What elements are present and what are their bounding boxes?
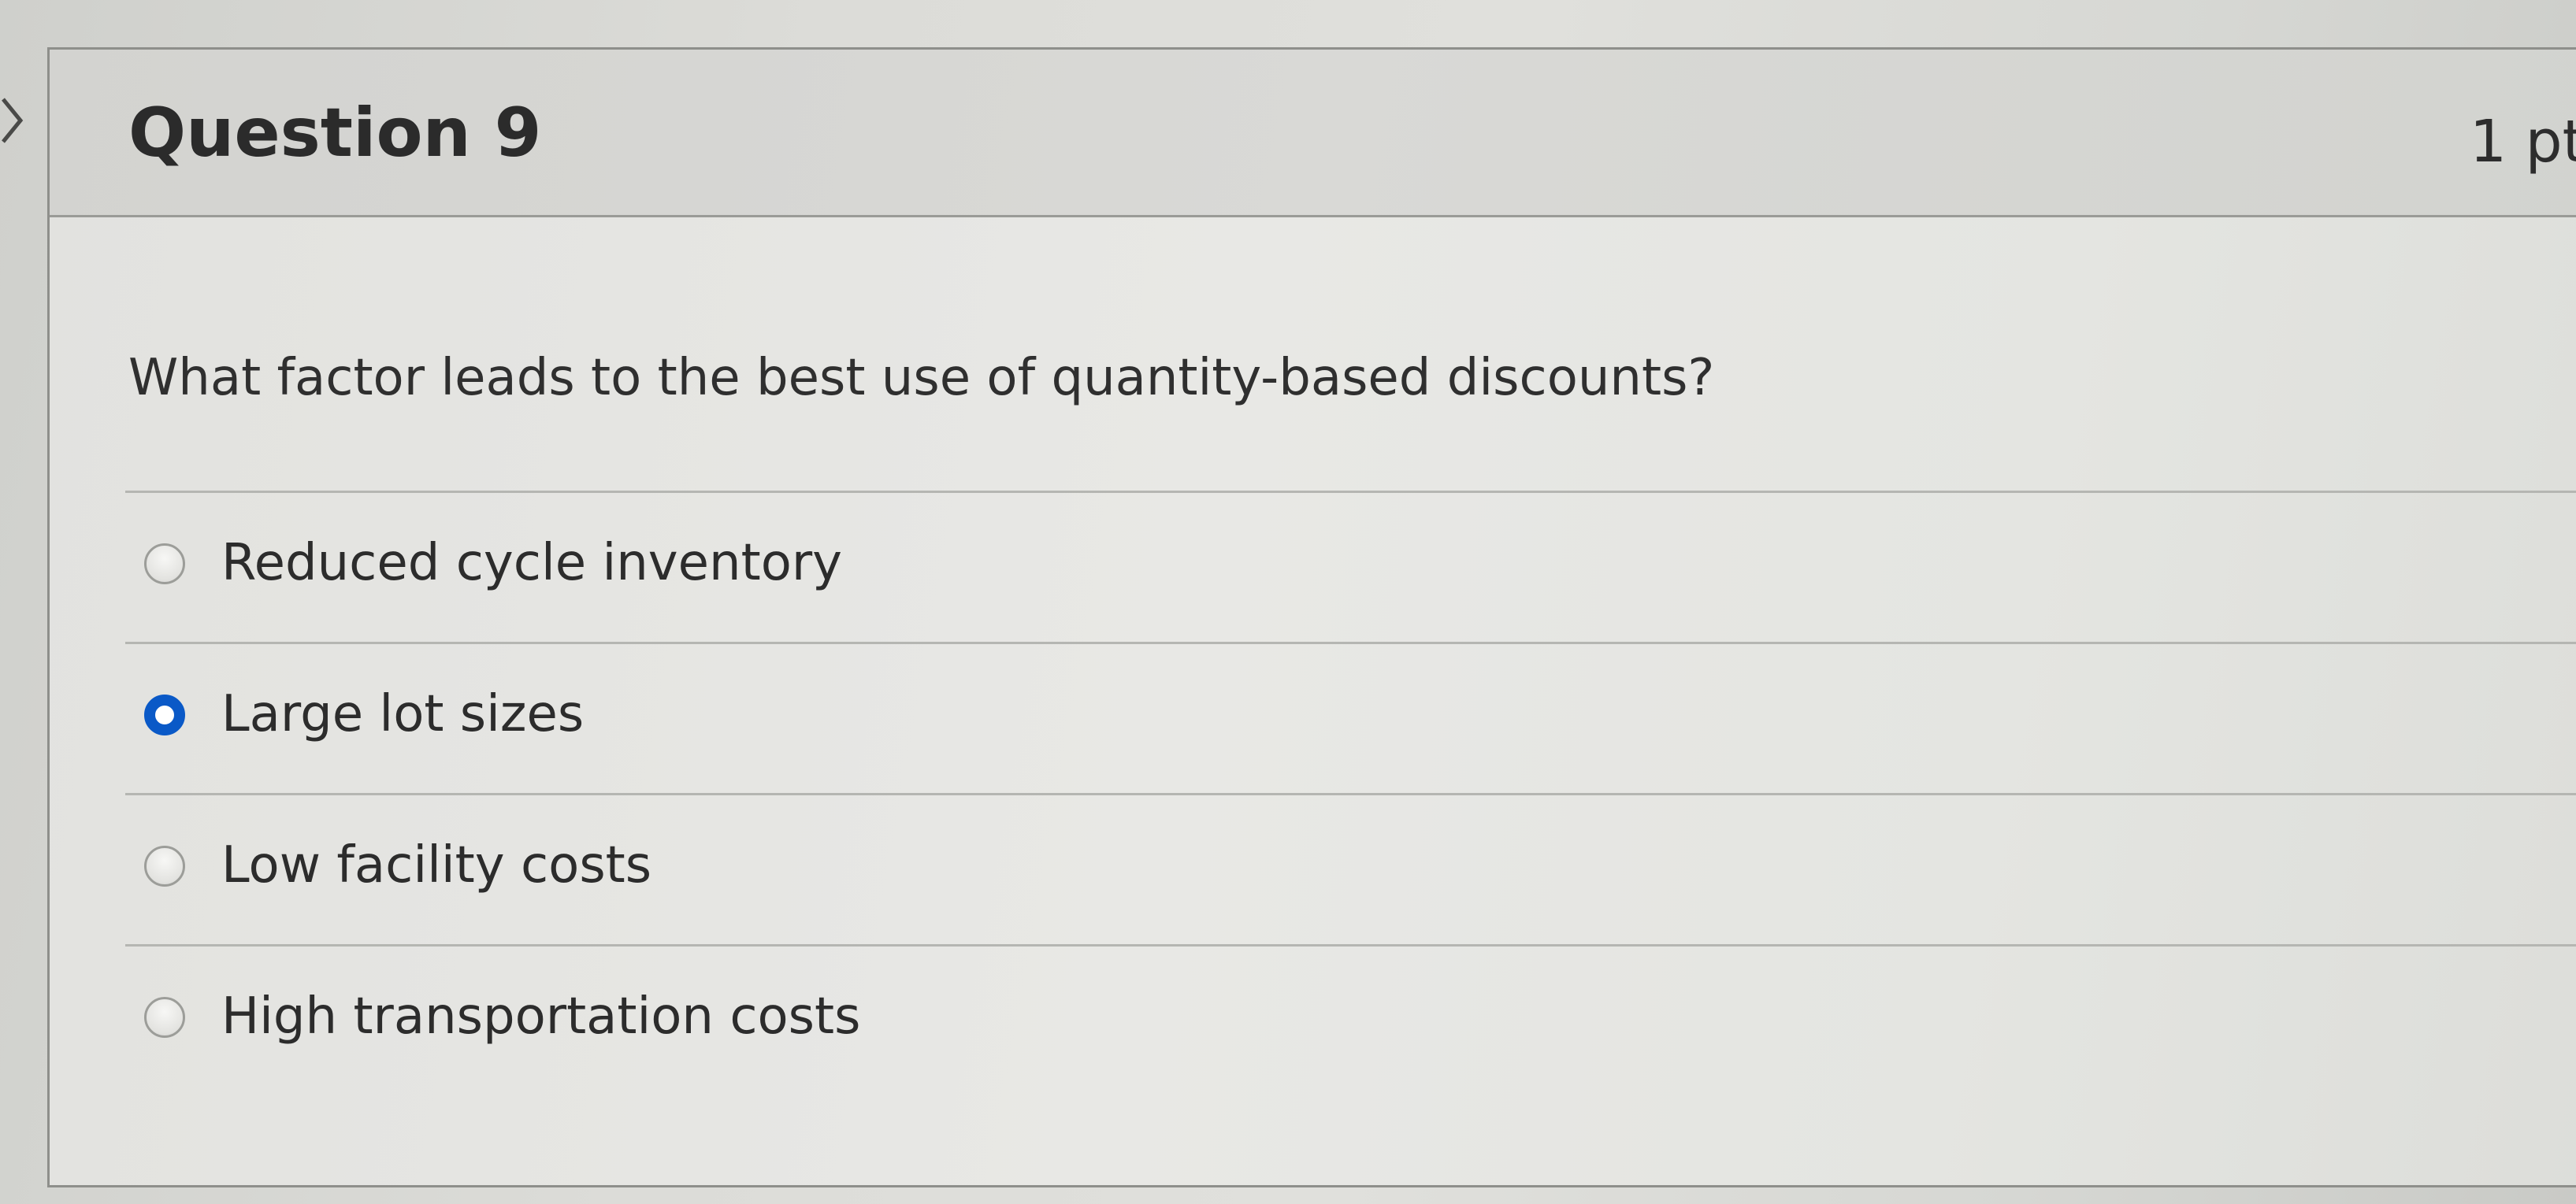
answer-option[interactable]: Large lot sizes bbox=[125, 642, 2576, 793]
answer-list: Reduced cycle inventory Large lot sizes … bbox=[125, 491, 2576, 1095]
answer-label[interactable]: Large lot sizes bbox=[221, 685, 584, 743]
question-points: 1 pts bbox=[2470, 108, 2576, 176]
answer-label[interactable]: High transportation costs bbox=[221, 987, 860, 1046]
radio-button[interactable] bbox=[144, 543, 185, 584]
radio-button[interactable] bbox=[144, 997, 185, 1038]
question-card: Question 9 1 pts What factor leads to th… bbox=[47, 47, 2576, 1187]
question-header: Question 9 1 pts bbox=[50, 50, 2576, 217]
radio-button-selected[interactable] bbox=[144, 695, 185, 735]
answer-label[interactable]: Reduced cycle inventory bbox=[221, 534, 842, 592]
answer-label[interactable]: Low facility costs bbox=[221, 836, 651, 895]
answer-option[interactable]: Reduced cycle inventory bbox=[125, 491, 2576, 642]
question-body: What factor leads to the best use of qua… bbox=[128, 349, 2492, 407]
chevron-right-icon[interactable] bbox=[0, 93, 32, 148]
answer-option[interactable]: Low facility costs bbox=[125, 793, 2576, 944]
radio-button[interactable] bbox=[144, 846, 185, 887]
screen: Question 9 1 pts What factor leads to th… bbox=[0, 0, 2576, 1204]
question-text: What factor leads to the best use of qua… bbox=[128, 349, 1715, 407]
question-title: Question 9 bbox=[128, 94, 542, 172]
answer-option[interactable]: High transportation costs bbox=[125, 944, 2576, 1095]
